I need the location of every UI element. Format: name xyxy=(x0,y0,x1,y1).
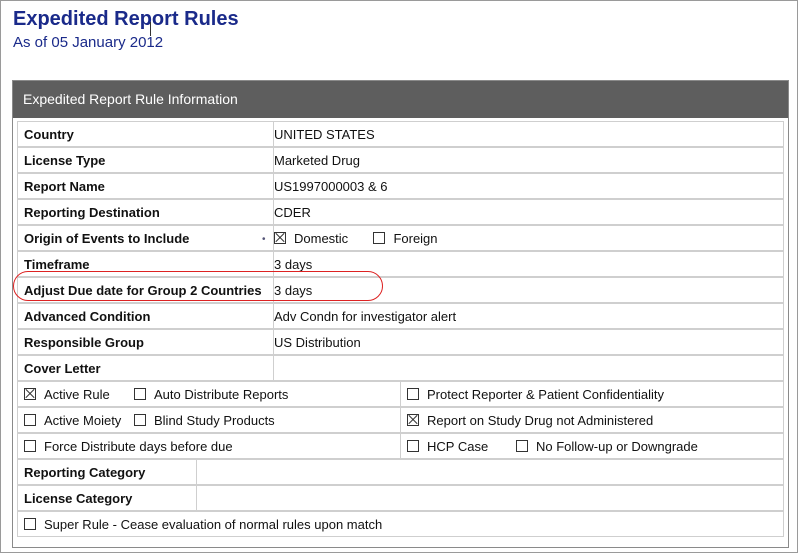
super-rule-option[interactable]: Super Rule - Cease evaluation of normal … xyxy=(24,512,382,536)
force-distribute-label: Force Distribute days before due xyxy=(44,439,233,454)
hcp-case-checkbox[interactable] xyxy=(407,440,419,452)
domestic-checkbox[interactable] xyxy=(274,232,286,244)
report-study-drug-checkbox[interactable] xyxy=(407,414,419,426)
country-label: Country xyxy=(18,122,274,146)
license-type-label: License Type xyxy=(18,148,274,172)
active-rule-checkbox[interactable] xyxy=(24,388,36,400)
report-name-label: Report Name xyxy=(18,174,274,198)
report-name-value: US1997000003 & 6 xyxy=(274,179,388,194)
advanced-condition-label: Advanced Condition xyxy=(18,304,274,328)
reporting-destination-value: CDER xyxy=(274,205,311,220)
active-moiety-checkbox[interactable] xyxy=(24,414,36,426)
hcp-case-label: HCP Case xyxy=(427,439,489,454)
country-value: UNITED STATES xyxy=(274,127,375,142)
blind-study-label: Blind Study Products xyxy=(154,413,275,428)
domestic-label: Domestic xyxy=(294,231,349,246)
origin-events-label: Origin of Events to Include xyxy=(18,226,274,250)
foreign-label: Foreign xyxy=(393,231,438,246)
auto-distribute-checkbox[interactable] xyxy=(134,388,146,400)
row-super-rule: Super Rule - Cease evaluation of normal … xyxy=(17,511,784,537)
license-category-label: License Category xyxy=(18,486,197,510)
responsible-group-label: Responsible Group xyxy=(18,330,274,354)
page-title: Expedited Report Rules xyxy=(13,8,239,30)
license-type-value: Marketed Drug xyxy=(274,153,360,168)
no-followup-label: No Follow-up or Downgrade xyxy=(536,439,698,454)
reporting-destination-label: Reporting Destination xyxy=(18,200,274,224)
row-cover-letter: Cover Letter xyxy=(17,355,784,381)
super-rule-label: Super Rule - Cease evaluation of normal … xyxy=(44,517,383,532)
origin-events-options: Domestic Foreign xyxy=(274,226,438,251)
row-options-2: Active Moiety Blind Study Products Repor… xyxy=(17,407,784,433)
row-origin-events: Origin of Events to Include • Domestic F… xyxy=(17,225,784,251)
foreign-checkbox[interactable] xyxy=(373,232,386,244)
cover-letter-label: Cover Letter xyxy=(18,356,274,380)
protect-reporter-option[interactable]: Protect Reporter & Patient Confidentiali… xyxy=(400,382,664,406)
hcp-case-option[interactable]: HCP Case xyxy=(400,434,488,458)
row-reporting-category: Reporting Category xyxy=(17,459,784,485)
no-followup-option[interactable]: No Follow-up or Downgrade xyxy=(516,434,698,458)
force-distribute-option[interactable]: Force Distribute days before due xyxy=(24,434,233,458)
row-adjust-due-date: Adjust Due date for Group 2 Countries by… xyxy=(13,271,784,323)
row-license-type: License Type Marketed Drug xyxy=(17,147,784,173)
blind-study-option[interactable]: Blind Study Products xyxy=(134,408,275,432)
text-cursor xyxy=(150,22,151,36)
reporting-category-label: Reporting Category xyxy=(18,460,197,484)
protect-reporter-checkbox[interactable] xyxy=(407,388,419,400)
active-moiety-option[interactable]: Active Moiety xyxy=(24,408,121,432)
highlight-oval xyxy=(13,271,383,301)
row-country: Country UNITED STATES xyxy=(17,121,784,147)
active-rule-label: Active Rule xyxy=(44,387,110,402)
row-advanced-condition: Advanced Condition Adv Condn for investi… xyxy=(17,303,784,329)
blind-study-checkbox[interactable] xyxy=(134,414,146,426)
auto-distribute-option[interactable]: Auto Distribute Reports xyxy=(134,382,288,406)
active-rule-option[interactable]: Active Rule xyxy=(24,382,110,406)
row-responsible-group: Responsible Group US Distribution xyxy=(17,329,784,355)
no-followup-checkbox[interactable] xyxy=(516,440,528,452)
protect-reporter-label: Protect Reporter & Patient Confidentiali… xyxy=(427,387,665,402)
responsible-group-value: US Distribution xyxy=(274,335,361,350)
marker-dot: • xyxy=(262,234,266,245)
row-options-3: Force Distribute days before due HCP Cas… xyxy=(17,433,784,459)
report-study-drug-label: Report on Study Drug not Administered xyxy=(427,413,654,428)
page-subtitle: As of 05 January 2012 xyxy=(13,34,164,51)
panel-header: Expedited Report Rule Information xyxy=(13,81,788,118)
report-study-drug-option[interactable]: Report on Study Drug not Administered xyxy=(400,408,653,432)
super-rule-checkbox[interactable] xyxy=(24,518,36,530)
row-license-category: License Category xyxy=(17,485,784,511)
row-report-name: Report Name US1997000003 & 6 xyxy=(17,173,784,199)
auto-distribute-label: Auto Distribute Reports xyxy=(154,387,289,402)
rule-info-panel: Expedited Report Rule Information Countr… xyxy=(12,80,789,548)
row-reporting-destination: Reporting Destination CDER xyxy=(17,199,784,225)
advanced-condition-value: Adv Condn for investigator alert xyxy=(274,309,457,324)
row-options-1: Active Rule Auto Distribute Reports Prot… xyxy=(17,381,784,407)
active-moiety-label: Active Moiety xyxy=(44,413,122,428)
force-distribute-checkbox[interactable] xyxy=(24,440,36,452)
